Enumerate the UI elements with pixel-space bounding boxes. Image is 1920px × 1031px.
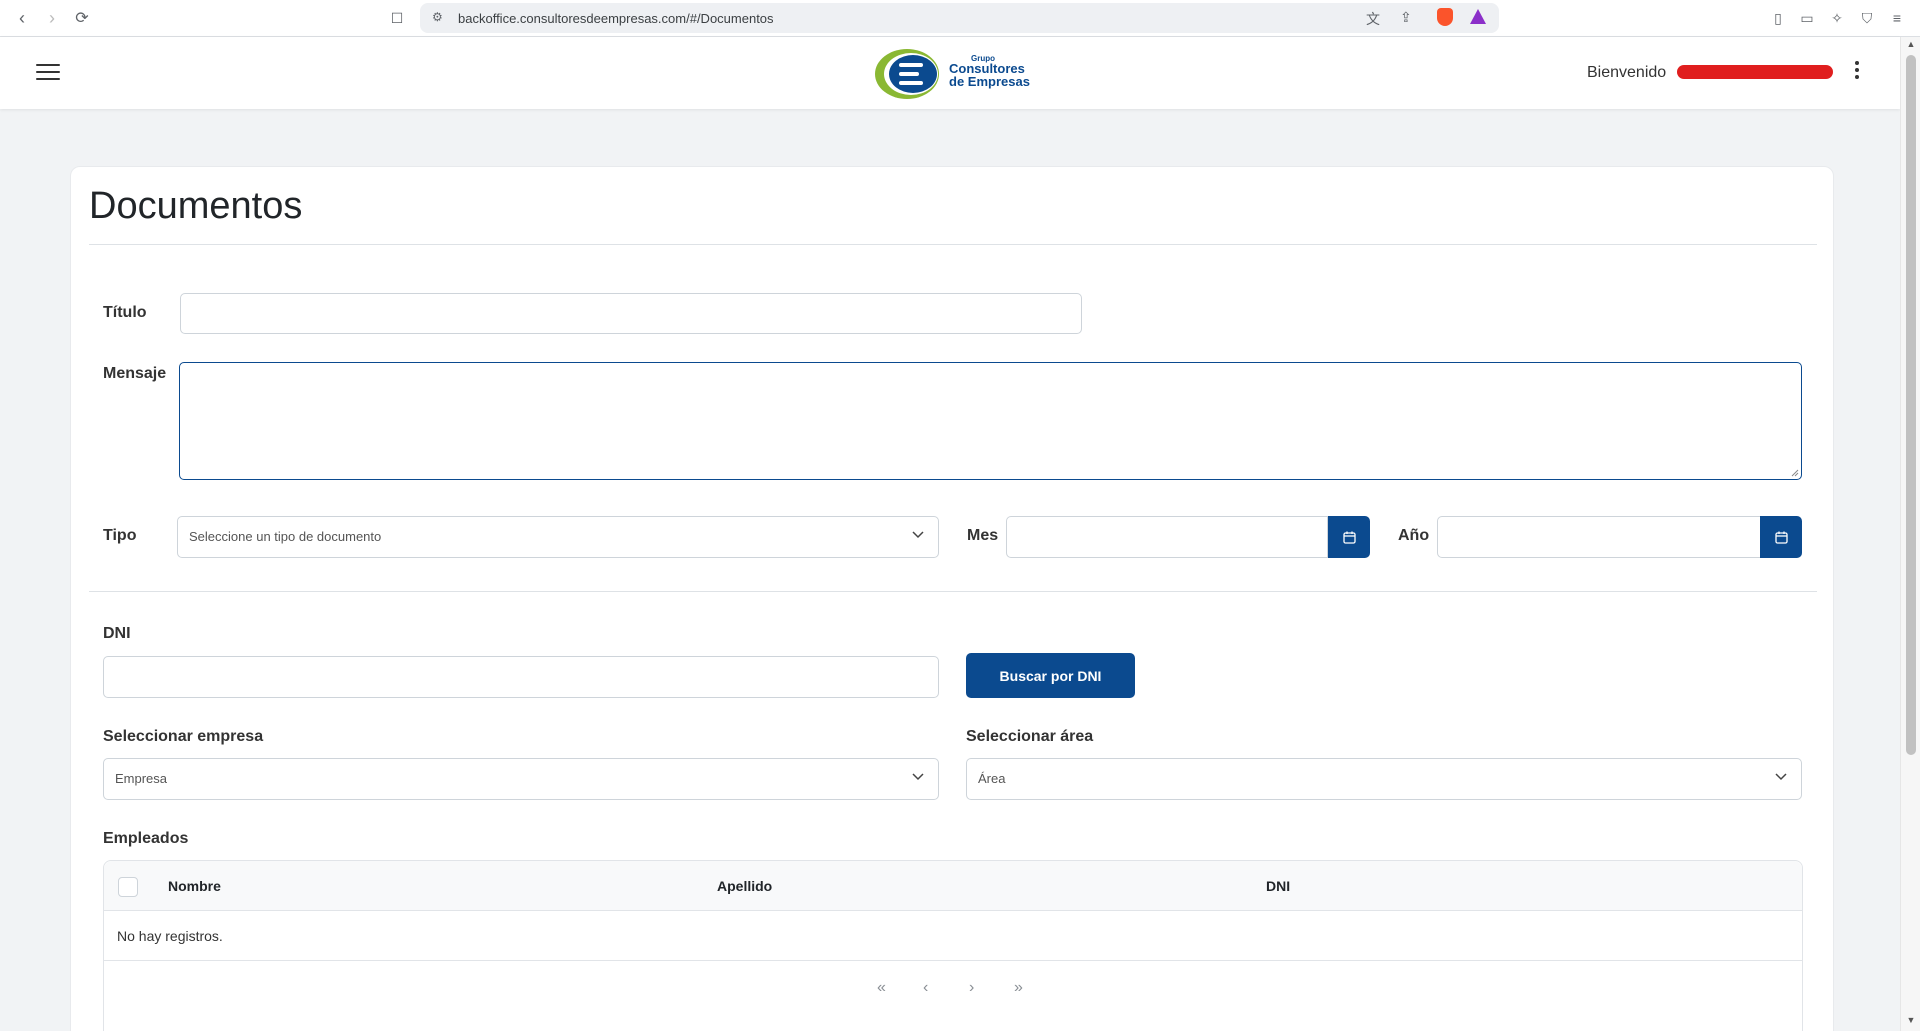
- calendar-icon: [1342, 531, 1356, 544]
- section-divider: [89, 591, 1817, 592]
- select-all-checkbox[interactable]: [118, 877, 138, 897]
- mensaje-textarea[interactable]: [179, 362, 1802, 480]
- logo-text: Consultores de Empresas: [949, 62, 1030, 88]
- site-info-icon[interactable]: ⚙: [432, 10, 443, 24]
- mes-label: Mes: [967, 527, 999, 544]
- empresa-label: Seleccionar empresa: [103, 728, 264, 745]
- app-header: Grupo Consultores de Empresas Bienvenido: [0, 37, 1900, 109]
- address-bar[interactable]: ⚙ backoffice.consultoresdeempresas.com/#…: [420, 3, 1499, 33]
- browser-toolbar: ‹ › ⟳ ☐ ⚙ backoffice.consultoresdeempres…: [0, 0, 1920, 37]
- anio-input[interactable]: [1437, 516, 1761, 558]
- hamburger-menu-icon[interactable]: [36, 64, 60, 82]
- wallet-icon[interactable]: ▭: [1797, 8, 1817, 28]
- prev-page-icon[interactable]: ‹: [923, 979, 928, 997]
- column-header-nombre[interactable]: Nombre: [168, 878, 221, 894]
- url-text: backoffice.consultoresdeempresas.com/#/D…: [458, 11, 774, 26]
- title-divider: [89, 244, 1817, 245]
- chevron-down-icon: [912, 531, 924, 539]
- chevron-down-icon: [912, 773, 924, 781]
- scroll-up-icon[interactable]: ▲: [1905, 39, 1917, 51]
- tipo-select[interactable]: Seleccione un tipo de documento: [177, 516, 939, 558]
- scroll-thumb[interactable]: [1906, 55, 1916, 755]
- titulo-label: Título: [103, 304, 147, 321]
- reload-icon[interactable]: ⟳: [70, 6, 94, 30]
- area-label: Seleccionar área: [966, 728, 1094, 745]
- scroll-down-icon[interactable]: ▼: [1905, 1015, 1917, 1027]
- brave-shield-icon[interactable]: [1437, 8, 1453, 26]
- dni-input[interactable]: [103, 656, 939, 698]
- mensaje-label: Mensaje: [103, 365, 167, 382]
- empresa-select-value: Empresa: [115, 771, 168, 786]
- empty-message: No hay registros.: [117, 928, 223, 944]
- buscar-dni-button[interactable]: Buscar por DNI: [966, 653, 1135, 698]
- mes-input[interactable]: [1006, 516, 1328, 558]
- anio-calendar-button[interactable]: [1760, 516, 1802, 558]
- area-select-value: Área: [978, 771, 1006, 786]
- forward-icon[interactable]: ›: [40, 6, 64, 30]
- leo-ai-icon[interactable]: ✧: [1827, 8, 1847, 28]
- table-row: No hay registros.: [104, 911, 1802, 961]
- share-icon[interactable]: ⇪: [1400, 9, 1412, 26]
- last-page-icon[interactable]: »: [1014, 979, 1023, 997]
- empleados-label: Empleados: [103, 830, 189, 847]
- company-logo[interactable]: Grupo Consultores de Empresas: [873, 47, 1033, 101]
- bookmark-icon[interactable]: ☐: [385, 6, 409, 30]
- chevron-down-icon: [1775, 773, 1787, 781]
- resize-handle-icon[interactable]: [1791, 469, 1799, 477]
- mes-calendar-button[interactable]: [1328, 516, 1370, 558]
- calendar-icon: [1774, 531, 1788, 544]
- column-header-dni[interactable]: DNI: [1266, 878, 1290, 894]
- more-options-icon[interactable]: [1852, 61, 1862, 83]
- vpn-icon[interactable]: ⛉: [1857, 8, 1877, 28]
- column-header-apellido[interactable]: Apellido: [717, 878, 772, 894]
- tipo-select-value: Seleccione un tipo de documento: [189, 529, 382, 544]
- brave-rewards-icon[interactable]: [1470, 9, 1486, 24]
- logo-mark-icon: [875, 49, 939, 99]
- page-title: Documentos: [89, 185, 303, 227]
- redacted-username: [1677, 65, 1833, 79]
- table-header: Nombre Apellido DNI: [104, 861, 1802, 911]
- back-icon[interactable]: ‹: [10, 6, 34, 30]
- empleados-table: Nombre Apellido DNI No hay registros. « …: [103, 860, 1803, 1031]
- anio-label: Año: [1398, 527, 1430, 544]
- translate-icon[interactable]: 文: [1366, 9, 1380, 29]
- logo-line-2: de Empresas: [949, 74, 1030, 89]
- next-page-icon[interactable]: ›: [969, 979, 974, 997]
- area-select[interactable]: Área: [966, 758, 1802, 800]
- sidebar-icon[interactable]: ▯: [1768, 8, 1788, 28]
- tipo-label: Tipo: [103, 527, 137, 544]
- empresa-select[interactable]: Empresa: [103, 758, 939, 800]
- welcome-text: Bienvenido: [1587, 64, 1667, 81]
- first-page-icon[interactable]: «: [877, 979, 886, 997]
- page-scrollbar[interactable]: ▲ ▼: [1900, 37, 1920, 1031]
- dni-label: DNI: [103, 625, 131, 642]
- documentos-card: Documentos Título Mensaje Tipo Seleccion…: [70, 166, 1834, 1031]
- browser-menu-icon[interactable]: ≡: [1887, 8, 1907, 28]
- titulo-input[interactable]: [180, 293, 1082, 334]
